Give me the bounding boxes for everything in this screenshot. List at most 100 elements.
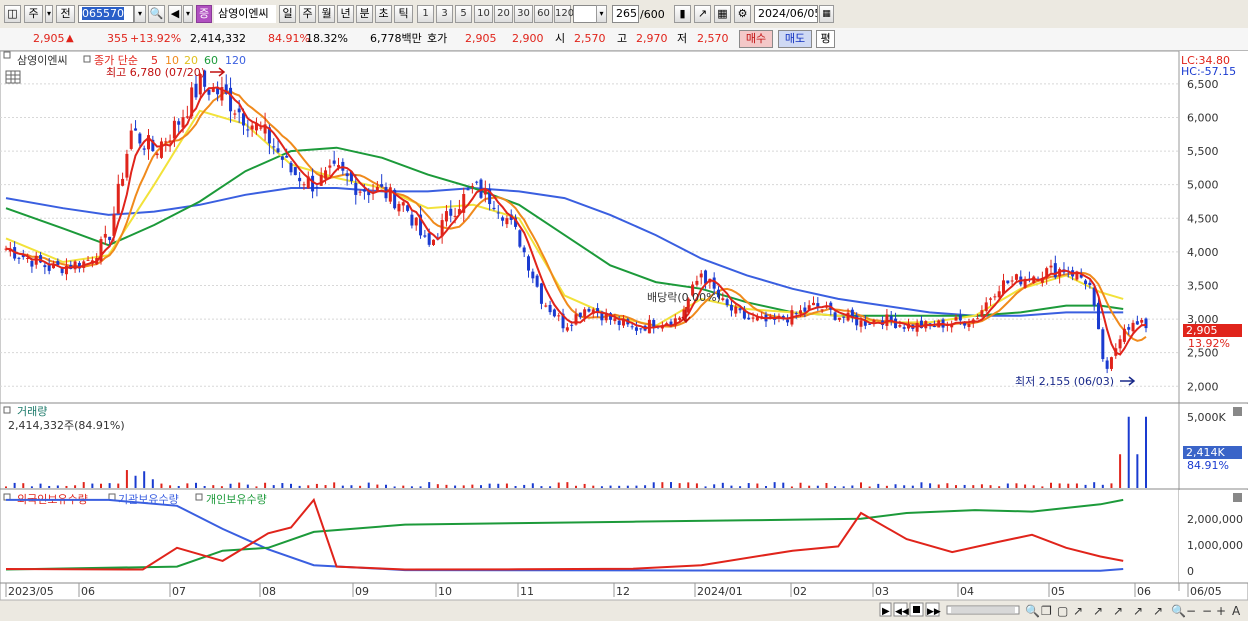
- ma120-legend: 120: [225, 54, 246, 67]
- volume-panel-close-icon[interactable]: [1233, 407, 1242, 416]
- open-price: 2,570: [574, 32, 606, 45]
- tool-d-icon[interactable]: ↗: [1133, 604, 1143, 618]
- candle-body: [630, 326, 634, 328]
- tool-c-icon[interactable]: ↗: [1113, 604, 1123, 618]
- zoom-in-icon[interactable]: 🔍: [1025, 603, 1040, 618]
- period-tick[interactable]: 틱: [394, 5, 413, 23]
- volume-bar: [333, 482, 336, 488]
- volume-bar: [1145, 416, 1147, 488]
- volume-bar: [704, 486, 707, 488]
- period-minute[interactable]: 분: [356, 5, 373, 23]
- grid-icon[interactable]: ▦: [714, 5, 731, 23]
- candle-body: [380, 184, 384, 187]
- candle-body: [578, 312, 582, 318]
- volume-bar: [644, 485, 647, 488]
- stock-type-badge: 증: [196, 5, 212, 23]
- zoom-out-button[interactable]: −: [1186, 604, 1196, 618]
- x-tick-label: 06: [1137, 585, 1151, 598]
- search-icon[interactable]: 🔍: [148, 5, 165, 23]
- volume-bar: [488, 483, 491, 488]
- candle-body: [570, 324, 574, 326]
- candle-body: [557, 315, 561, 317]
- buy-button[interactable]: 매수: [739, 30, 773, 48]
- zoom-search-icon[interactable]: 🔍: [1171, 603, 1186, 618]
- speaker-icon[interactable]: ◀: [168, 5, 182, 23]
- x-tick-label: 07: [172, 585, 186, 598]
- volume-bar: [1075, 483, 1078, 488]
- stock-chart[interactable]: 삼영이엔씨 종가 단순 5 10 20 60 120 최고 6,780 (07/…: [0, 51, 1248, 621]
- draw-line-icon[interactable]: ↗: [694, 5, 711, 23]
- candle-body: [527, 256, 530, 271]
- layout-icon[interactable]: ◫: [4, 5, 21, 23]
- last-price-value: 2,905: [1186, 324, 1218, 337]
- interval-10[interactable]: 10: [474, 5, 493, 23]
- tool-a-icon[interactable]: ↗: [1073, 604, 1083, 618]
- avg-button[interactable]: 평: [816, 30, 835, 48]
- period-month[interactable]: 월: [318, 5, 335, 23]
- window-icon[interactable]: ▢: [1057, 604, 1068, 618]
- indiv-holding-legend: 개인보유수량: [206, 493, 267, 506]
- date-input[interactable]: 2024/06/05: [754, 5, 818, 23]
- scroll-thumb[interactable]: [951, 607, 1015, 613]
- change-amount: 355: [107, 32, 128, 45]
- volume-bar: [160, 483, 163, 488]
- volume-bar: [799, 482, 802, 488]
- table-view-icon[interactable]: [5, 70, 21, 84]
- tool-b-icon[interactable]: ↗: [1093, 604, 1103, 618]
- period-day[interactable]: 일: [279, 5, 296, 23]
- candle-body: [984, 302, 988, 311]
- zoom-plus-button[interactable]: +: [1216, 604, 1226, 618]
- interval-120[interactable]: 120: [554, 5, 574, 23]
- period-year[interactable]: 년: [337, 5, 354, 23]
- candle-body: [466, 189, 470, 191]
- calendar-icon[interactable]: ▦: [819, 5, 834, 23]
- candle-body: [362, 189, 366, 192]
- custom-interval-dropdown-icon[interactable]: ▾: [596, 5, 607, 23]
- candle-body: [535, 275, 539, 287]
- interval-60[interactable]: 60: [534, 5, 553, 23]
- chart-background: [0, 51, 1248, 621]
- volume-bar: [480, 485, 482, 488]
- candle-body: [704, 270, 708, 284]
- candle-icon[interactable]: ▮: [674, 5, 691, 23]
- interval-30[interactable]: 30: [514, 5, 533, 23]
- holding-panel-close-icon[interactable]: [1233, 493, 1242, 502]
- volume-bar: [756, 483, 759, 488]
- period-week[interactable]: 주: [299, 5, 316, 23]
- interval-5[interactable]: 5: [455, 5, 472, 23]
- period-second[interactable]: 초: [375, 5, 392, 23]
- interval-3[interactable]: 3: [436, 5, 453, 23]
- stock-code-input[interactable]: 065570: [78, 5, 134, 23]
- candle-body: [172, 120, 176, 139]
- volume-bar: [22, 483, 25, 488]
- chart-toolbar: ◫ 주 ▾ 전 065570 ▾ 🔍 ◀ ▾ 증 삼영이엔씨 일 주 월 년 분…: [0, 0, 1248, 29]
- candle-body: [194, 83, 198, 98]
- type-select[interactable]: 주: [24, 5, 43, 23]
- volume-bar: [937, 484, 940, 488]
- volume-bar: [1050, 482, 1052, 488]
- candle-body: [324, 170, 328, 179]
- code-dropdown-icon[interactable]: ▾: [134, 5, 146, 23]
- period-week-label: 주: [302, 7, 313, 20]
- volume-bar: [315, 483, 318, 488]
- interval-20[interactable]: 20: [494, 5, 513, 23]
- candle-body: [86, 259, 90, 261]
- candle-body: [980, 310, 984, 317]
- tool-e-icon[interactable]: ↗: [1153, 604, 1163, 618]
- candle-body: [552, 309, 556, 317]
- prev-button[interactable]: 전: [56, 5, 75, 23]
- settings-gear-icon[interactable]: ⚙: [734, 5, 751, 23]
- auto-scale-button[interactable]: A: [1232, 604, 1241, 618]
- volume-bar: [272, 485, 275, 488]
- zoom-minus-button[interactable]: −: [1202, 604, 1212, 618]
- candle-body: [298, 177, 302, 182]
- count-input[interactable]: 265: [612, 5, 639, 23]
- sell-button[interactable]: 매도: [778, 30, 812, 48]
- interval-1[interactable]: 1: [417, 5, 434, 23]
- candle-body: [799, 310, 803, 314]
- holding-tick-1m: 1,000,000: [1187, 539, 1243, 552]
- type-dropdown-icon[interactable]: ▾: [45, 5, 53, 23]
- speaker-dropdown-icon[interactable]: ▾: [183, 5, 193, 23]
- price-tick-label: 4,000: [1187, 246, 1219, 259]
- copy-icon[interactable]: ❐: [1041, 604, 1052, 618]
